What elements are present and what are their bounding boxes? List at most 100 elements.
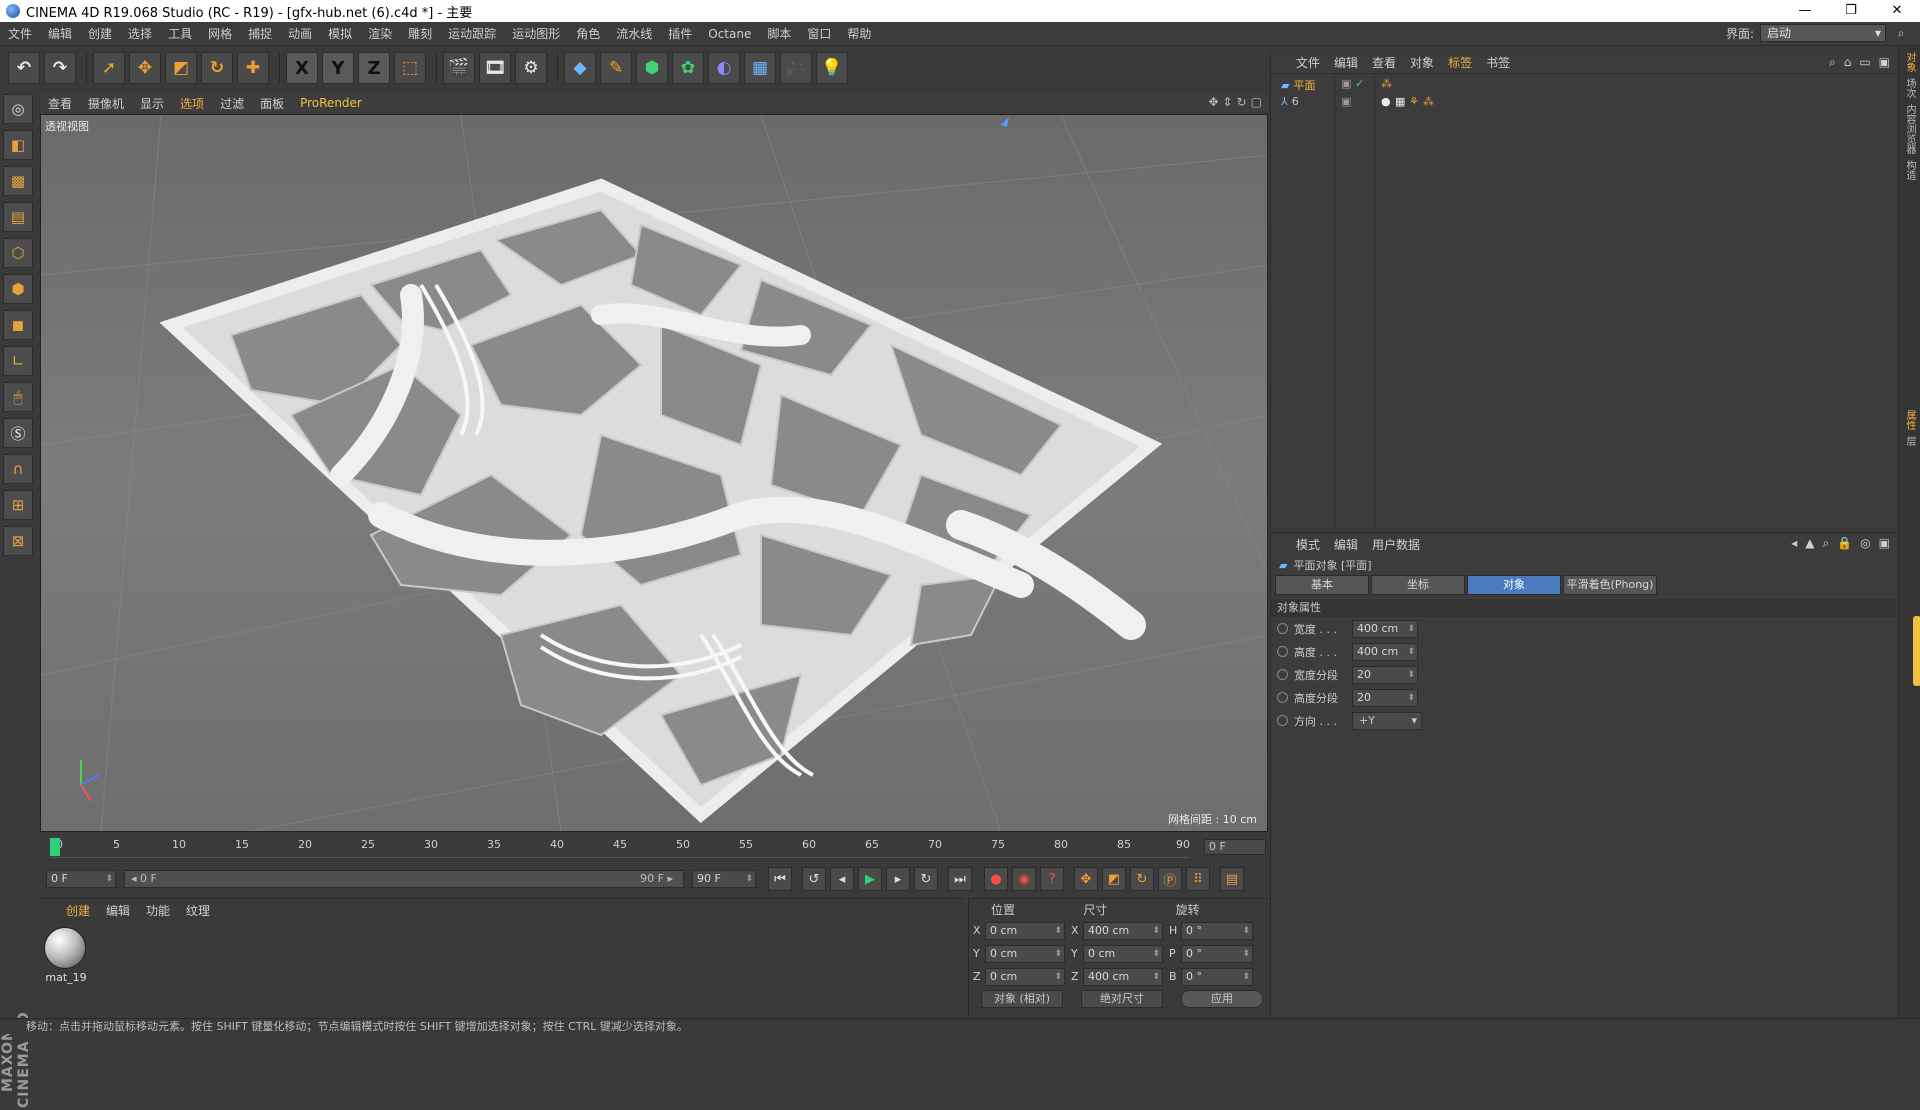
animate-radio[interactable] — [1277, 692, 1288, 703]
edges-mode-icon[interactable]: ⬢ — [3, 274, 33, 304]
object-menu-edit[interactable]: 编辑 — [1327, 54, 1365, 71]
object-menu-view[interactable]: 查看 — [1365, 54, 1403, 71]
light-icon[interactable]: 💡 — [816, 52, 848, 84]
object-row-plane[interactable]: ▰ 平面 — [1281, 77, 1315, 93]
render-settings-icon[interactable]: ⚙ — [515, 52, 547, 84]
points-mode-icon[interactable]: ⬡ — [3, 238, 33, 268]
menu-create[interactable]: 创建 — [80, 22, 120, 46]
menu-motion-tracking[interactable]: 运动跟踪 — [440, 22, 504, 46]
cube-primitive-icon[interactable]: ◆ — [564, 52, 596, 84]
rotation-p-field[interactable]: 0 ° — [1181, 944, 1253, 963]
search-icon[interactable]: ⌕ — [1829, 55, 1836, 70]
material-thumbnail[interactable]: mat_19 — [44, 927, 88, 984]
tweak-mode-icon[interactable]: 🖱 — [3, 382, 33, 412]
home-icon[interactable]: ⌂ — [1844, 55, 1852, 70]
rotate-tool-icon[interactable]: ↻ — [201, 52, 233, 84]
position-z-field[interactable]: 0 cm — [985, 967, 1065, 986]
menu-window[interactable]: 窗口 — [799, 22, 839, 46]
cloner-icon[interactable]: ✿ — [672, 52, 704, 84]
tag-icon[interactable]: ⁂ — [1423, 95, 1434, 108]
panel-resize-handle[interactable] — [1913, 616, 1920, 686]
size-x-field[interactable]: 400 cm — [1083, 921, 1163, 940]
side-tab-layers[interactable]: 层 — [1902, 436, 1917, 446]
animate-radio[interactable] — [1277, 669, 1288, 680]
search-icon[interactable]: ⌕ — [1822, 536, 1829, 551]
timeline[interactable]: 0 5 10 15 20 25 30 35 40 45 50 55 60 65 … — [40, 834, 1268, 860]
x-axis-lock-button[interactable]: X — [286, 52, 318, 84]
keyframe-selection-icon[interactable]: ? — [1040, 867, 1064, 891]
viewport-menu-view[interactable]: 查看 — [40, 95, 80, 112]
rotation-h-field[interactable]: 0 ° — [1181, 921, 1253, 940]
axis-mode-icon[interactable]: ∟ — [3, 346, 33, 376]
pen-spline-icon[interactable]: ✎ — [600, 52, 632, 84]
material-menu-edit[interactable]: 编辑 — [98, 902, 138, 919]
viewport-menu-display[interactable]: 显示 — [132, 95, 172, 112]
y-axis-lock-button[interactable]: Y — [322, 52, 354, 84]
position-y-field[interactable]: 0 cm — [985, 944, 1065, 963]
next-frame-icon[interactable]: ▸ — [886, 867, 910, 891]
viewport-menu-camera[interactable]: 摄像机 — [80, 95, 132, 112]
polygons-mode-icon[interactable]: ◼ — [3, 310, 33, 340]
next-key-icon[interactable]: ↻ — [914, 867, 938, 891]
viewport-menu-filter[interactable]: 过滤 — [212, 95, 252, 112]
workplane-lock-icon[interactable]: ⊞ — [3, 490, 33, 520]
animate-radio[interactable] — [1277, 715, 1288, 726]
height-segments-field[interactable]: 20 — [1352, 688, 1418, 707]
rotation-b-field[interactable]: 0 ° — [1181, 967, 1253, 986]
coordinate-mode-dropdown[interactable]: 对象 (相对) — [981, 990, 1063, 1008]
scale-tool-icon[interactable]: ◩ — [165, 52, 197, 84]
layer-toggle-icon[interactable]: ▣ — [1341, 77, 1351, 90]
object-menu-tags[interactable]: 标签 — [1441, 54, 1479, 71]
menu-script[interactable]: 脚本 — [759, 22, 799, 46]
quantize-icon[interactable]: ⊠ — [3, 526, 33, 556]
menu-tools[interactable]: 工具 — [160, 22, 200, 46]
lock-icon[interactable]: 🔒 — [1837, 536, 1852, 551]
menu-edit[interactable]: 编辑 — [40, 22, 80, 46]
make-editable-icon[interactable]: ◎ — [3, 94, 33, 124]
tab-basic[interactable]: 基本 — [1275, 575, 1369, 595]
attribute-menu-mode[interactable]: 模式 — [1289, 536, 1327, 553]
viewport-menu-options[interactable]: 选项 — [172, 95, 212, 112]
menu-select[interactable]: 选择 — [120, 22, 160, 46]
orientation-dropdown[interactable]: +Y — [1352, 711, 1422, 730]
menu-octane[interactable]: Octane — [700, 22, 759, 46]
menu-animate[interactable]: 动画 — [280, 22, 320, 46]
menu-mesh[interactable]: 网格 — [200, 22, 240, 46]
material-tag-icon[interactable]: ● — [1381, 95, 1391, 108]
layer-toggle-icon[interactable]: ▣ — [1341, 95, 1351, 108]
prev-frame-icon[interactable]: ◂ — [830, 867, 854, 891]
play-icon[interactable]: ▶ — [858, 867, 882, 891]
timeline-playhead[interactable] — [50, 838, 60, 856]
dolly-icon[interactable]: ⇕ — [1223, 95, 1233, 109]
model-mode-icon[interactable]: ◧ — [3, 130, 33, 160]
side-tab-attributes[interactable]: 属性 — [1902, 410, 1917, 430]
menu-snap[interactable]: 捕捉 — [240, 22, 280, 46]
toggle-views-icon[interactable]: ▢ — [1251, 95, 1262, 109]
size-z-field[interactable]: 400 cm — [1083, 967, 1163, 986]
panel-menu-icon[interactable]: ▣ — [1879, 536, 1890, 551]
viewport-menu-panel[interactable]: 面板 — [252, 95, 292, 112]
viewport-menu-prorender[interactable]: ProRender — [292, 96, 370, 110]
floor-environment-icon[interactable]: ▦ — [744, 52, 776, 84]
close-button[interactable]: ✕ — [1874, 0, 1920, 22]
object-menu-file[interactable]: 文件 — [1289, 54, 1327, 71]
start-frame-field[interactable]: 0 F — [46, 870, 116, 888]
orbit-icon[interactable]: ↻ — [1237, 95, 1247, 109]
undo-icon[interactable]: ↶ — [8, 52, 40, 84]
apply-button[interactable]: 应用 — [1181, 990, 1263, 1008]
side-tab-objects[interactable]: 对象 — [1902, 52, 1917, 72]
live-selection-icon[interactable]: ➚ — [93, 52, 125, 84]
recent-tool-icon[interactable]: ✚ — [237, 52, 269, 84]
goto-start-icon[interactable]: ⏮ — [768, 867, 792, 891]
object-list[interactable]: ▰ 平面 ⅄ 6 ▣ ✓ ▣ ⁂ ● ▦ ⚘ ⁂ — [1271, 75, 1897, 528]
menu-render[interactable]: 渲染 — [360, 22, 400, 46]
object-row-null[interactable]: ⅄ 6 — [1281, 95, 1299, 108]
z-axis-lock-button[interactable]: Z — [358, 52, 390, 84]
material-menu-texture[interactable]: 纹理 — [178, 902, 218, 919]
tab-phong[interactable]: 平滑着色(Phong) — [1563, 575, 1657, 595]
size-y-field[interactable]: 0 cm — [1083, 944, 1163, 963]
material-menu-function[interactable]: 功能 — [138, 902, 178, 919]
render-picture-viewer-icon[interactable]: 🎞 — [479, 52, 511, 84]
texture-tag-icon[interactable]: ▦ — [1395, 95, 1405, 108]
object-menu-bookmarks[interactable]: 书签 — [1479, 54, 1517, 71]
